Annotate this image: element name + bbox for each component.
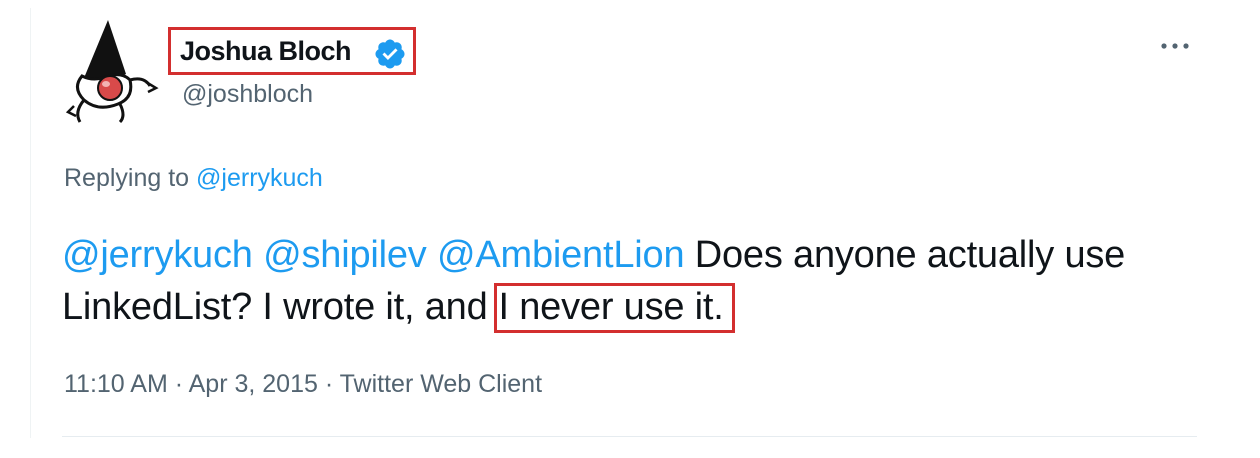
- tweet-source[interactable]: Twitter Web Client: [340, 370, 542, 398]
- replying-to-line: Replying to @jerrykuch: [64, 164, 323, 193]
- avatar[interactable]: [64, 16, 160, 126]
- mention-link[interactable]: @jerrykuch: [62, 234, 253, 276]
- tweet-time[interactable]: 11:10 AM: [64, 370, 168, 398]
- author-display-name[interactable]: Joshua Bloch: [180, 36, 352, 67]
- verified-badge-icon: [375, 39, 405, 69]
- more-horizontal-icon[interactable]: [1158, 36, 1192, 56]
- author-handle[interactable]: @joshbloch: [182, 80, 313, 109]
- meta-separator: ·: [317, 370, 340, 398]
- divider: [62, 436, 1197, 437]
- tweet-text-highlight: I never use it.: [493, 283, 735, 333]
- replying-to-label: Replying to: [64, 164, 190, 192]
- mention-link[interactable]: @shipilev: [263, 234, 427, 276]
- replying-to-handle-link[interactable]: @jerrykuch: [196, 164, 323, 192]
- tweet-meta: 11:10 AM · Apr 3, 2015 · Twitter Web Cli…: [64, 370, 542, 399]
- tweet-date[interactable]: Apr 3, 2015: [189, 370, 318, 398]
- mention-link[interactable]: @AmbientLion: [437, 234, 685, 276]
- meta-separator: ·: [167, 370, 189, 398]
- tweet-text: @jerrykuch @shipilev @AmbientLion Does a…: [62, 229, 1182, 333]
